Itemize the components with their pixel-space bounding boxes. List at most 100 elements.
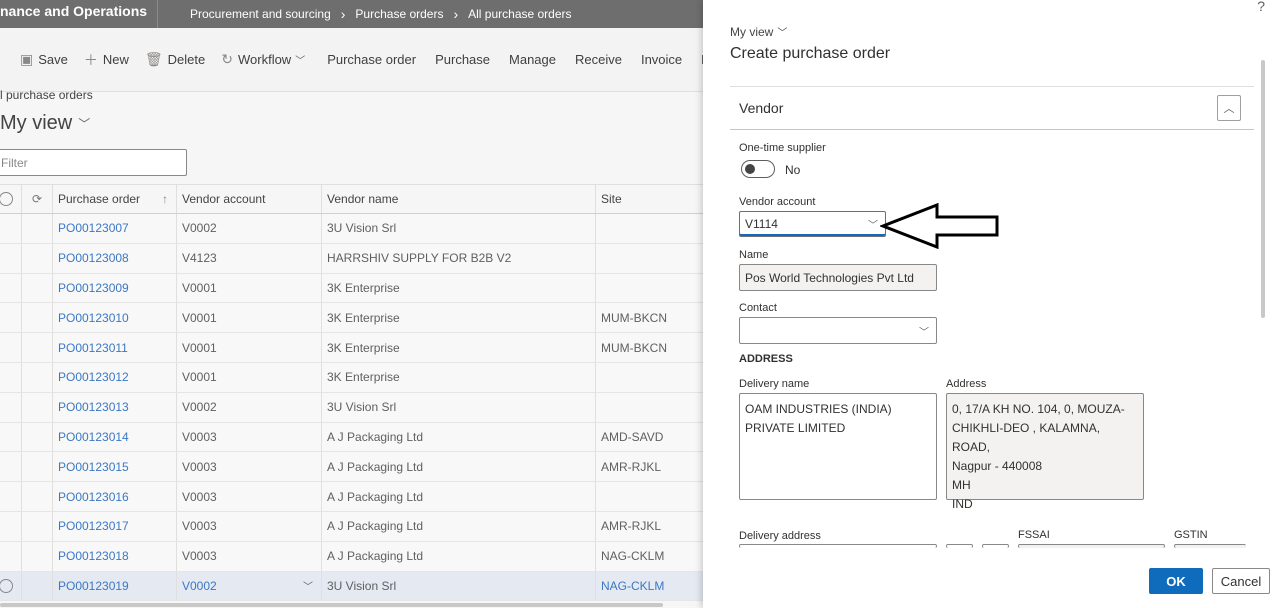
row-select-checkbox[interactable] — [0, 214, 22, 243]
column-header-site[interactable]: Site — [596, 185, 703, 213]
purchase-order-cell[interactable]: PO00123012 — [53, 362, 177, 392]
row-select-checkbox[interactable] — [0, 422, 22, 452]
row-select-checkbox[interactable] — [0, 392, 22, 422]
row-select-checkbox[interactable] — [0, 303, 22, 333]
table-row[interactable]: PO00123009 V0001 3K Enterprise — [0, 273, 703, 304]
vertical-scrollbar[interactable] — [1261, 60, 1265, 318]
ok-button[interactable]: OK — [1149, 568, 1203, 594]
save-button[interactable]: ▣ Save — [0, 45, 76, 75]
delivery-address-extra-field[interactable] — [946, 544, 973, 548]
breadcrumb-item[interactable]: All purchase orders — [468, 3, 571, 25]
vendor-account-cell[interactable]: V0001 — [177, 333, 322, 362]
purchase-order-cell[interactable]: PO00123019 — [53, 571, 177, 601]
chevron-up-icon[interactable]: ︿ — [1217, 95, 1241, 121]
purchase-order-cell[interactable]: PO00123011 — [53, 333, 177, 362]
new-button[interactable]: ＋ New — [76, 45, 137, 75]
purchase-order-cell[interactable]: PO00123013 — [53, 392, 177, 422]
fssai-field[interactable] — [1018, 544, 1165, 548]
horizontal-scrollbar[interactable] — [0, 603, 663, 607]
view-selector[interactable]: My view ﹀ — [0, 112, 90, 135]
row-select-checkbox[interactable] — [0, 482, 22, 511]
table-row[interactable]: PO00123016 V0003 A J Packaging Ltd — [0, 482, 703, 512]
column-header-vendor-account[interactable]: Vendor account — [177, 185, 322, 213]
vendor-account-cell[interactable]: V0002 — [177, 392, 322, 422]
panel-view-selector[interactable]: My view ﹀ — [730, 24, 788, 40]
vendor-account-cell[interactable]: V0001 — [177, 362, 322, 392]
table-row[interactable]: PO00123010 V0001 3K Enterprise MUM-BKCN — [0, 303, 703, 334]
table-row[interactable]: PO00123018 V0003 A J Packaging Ltd NAG-CKLM — [0, 541, 703, 572]
vendor-account-cell[interactable]: V0001 — [177, 303, 322, 333]
one-time-supplier-toggle[interactable] — [741, 160, 775, 178]
vendor-account-cell[interactable]: V0003 — [177, 422, 322, 452]
address-field[interactable]: 0, 17/A KH NO. 104, 0, MOUZA- CHIKHLI-DE… — [946, 393, 1144, 511]
contact-field[interactable]: ﹀ — [739, 317, 937, 344]
chevron-down-icon: ﹀ — [777, 28, 788, 39]
row-marker — [22, 214, 53, 243]
vendor-account-field[interactable]: V1114 ﹀ — [739, 211, 886, 237]
delete-button[interactable]: 🗑 Delete — [137, 45, 213, 75]
row-select-checkbox[interactable] — [0, 362, 22, 392]
vendor-section-header[interactable]: Vendor ︿ — [730, 86, 1254, 130]
vendor-account-cell[interactable]: V0002 — [177, 214, 322, 243]
purchase-order-cell[interactable]: PO00123007 — [53, 214, 177, 243]
cancel-button[interactable]: Cancel — [1212, 568, 1270, 594]
delivery-address-label: Delivery address — [739, 530, 821, 542]
purchase-order-cell[interactable]: PO00123015 — [53, 452, 177, 482]
table-row[interactable]: PO00123017 V0003 A J Packaging Ltd AMR-RJKL — [0, 511, 703, 542]
name-field[interactable]: Pos World Technologies Pvt Ltd — [739, 264, 937, 291]
select-all-checkbox[interactable] — [0, 185, 22, 213]
tab-manage[interactable]: Manage — [498, 45, 564, 75]
row-select-checkbox[interactable] — [0, 243, 22, 273]
breadcrumb-item[interactable]: Procurement and sourcing — [190, 3, 331, 25]
delivery-address-extra-field[interactable] — [982, 544, 1009, 548]
purchase-order-cell[interactable]: PO00123014 — [53, 422, 177, 452]
refresh-icon[interactable]: ⟳ — [22, 185, 53, 213]
chevron-down-icon[interactable]: ﹀ — [868, 217, 878, 232]
vendor-account-cell[interactable]: V0003 — [177, 482, 322, 511]
tab-receive[interactable]: Receive — [564, 45, 630, 75]
workspace: ▣ Save ＋ New 🗑 Delete ↻ Workflow ﹀ Purchase … — [0, 28, 711, 608]
table-row[interactable]: PO00123014 V0003 A J Packaging Ltd AMD-SAVD — [0, 422, 703, 453]
help-icon[interactable]: ? — [1257, 0, 1265, 14]
purchase-order-cell[interactable]: PO00123018 — [53, 541, 177, 571]
table-row[interactable]: PO00123008 V4123 HARRSHIV SUPPLY FOR B2B V… — [0, 243, 703, 274]
row-select-checkbox[interactable] — [0, 452, 22, 482]
workflow-icon: ↻ — [221, 51, 233, 67]
delivery-address-field[interactable] — [739, 544, 937, 548]
workflow-button[interactable]: ↻ Workflow ﹀ — [213, 45, 313, 75]
vendor-account-cell[interactable]: V0003 — [177, 511, 322, 541]
tab-purchase[interactable]: Purchase — [424, 45, 498, 75]
chevron-down-icon[interactable]: ﹀ — [919, 323, 929, 338]
delivery-name-field[interactable]: OAM INDUSTRIES (INDIA) PRIVATE LIMITED — [739, 393, 937, 500]
chevron-down-icon[interactable]: ﹀ — [303, 578, 313, 593]
column-header-purchase-order[interactable]: Purchase order ↑ — [53, 185, 177, 213]
table-row[interactable]: PO00123012 V0001 3K Enterprise — [0, 362, 703, 393]
vendor-account-cell[interactable]: V0001 — [177, 273, 322, 303]
table-row[interactable]: PO00123019 V0002 ﹀ 3U Vision Srl NAG-CKLM — [0, 571, 703, 602]
table-row[interactable]: PO00123013 V0002 3U Vision Srl — [0, 392, 703, 423]
vendor-account-cell[interactable]: V0002 ﹀ — [177, 571, 322, 601]
gstin-field[interactable] — [1174, 544, 1246, 548]
purchase-order-cell[interactable]: PO00123010 — [53, 303, 177, 333]
row-select-checkbox[interactable] — [0, 511, 22, 541]
table-row[interactable]: PO00123011 V0001 3K Enterprise MUM-BKCN — [0, 333, 703, 363]
vendor-account-cell[interactable]: V4123 — [177, 243, 322, 273]
purchase-order-cell[interactable]: PO00123008 — [53, 243, 177, 273]
row-select-checkbox[interactable] — [0, 273, 22, 303]
filter-input[interactable]: Filter — [0, 149, 187, 176]
row-select-checkbox[interactable] — [0, 541, 22, 571]
purchase-order-cell[interactable]: PO00123016 — [53, 482, 177, 511]
column-header-vendor-name[interactable]: Vendor name — [322, 185, 596, 213]
row-select-checkbox[interactable] — [0, 571, 22, 601]
vendor-account-cell[interactable]: V0003 — [177, 452, 322, 482]
table-row[interactable]: PO00123007 V0002 3U Vision Srl — [0, 214, 703, 244]
row-select-checkbox[interactable] — [0, 333, 22, 362]
breadcrumb-item[interactable]: Purchase orders — [355, 3, 443, 25]
tab-invoice[interactable]: Invoice — [630, 45, 690, 75]
purchase-order-cell[interactable]: PO00123017 — [53, 511, 177, 541]
app-title[interactable]: nance and Operations — [0, 0, 158, 28]
tab-purchase-order[interactable]: Purchase order — [319, 45, 424, 75]
purchase-order-cell[interactable]: PO00123009 — [53, 273, 177, 303]
vendor-account-cell[interactable]: V0003 — [177, 541, 322, 571]
table-row[interactable]: PO00123015 V0003 A J Packaging Ltd AMR-RJKL — [0, 452, 703, 483]
